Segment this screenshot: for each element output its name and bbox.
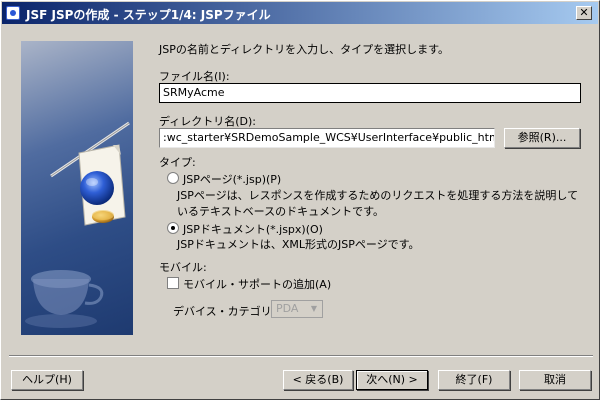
browse-button[interactable]: 参照(R)... <box>504 128 580 148</box>
jsp-page-option-label[interactable]: JSPページ(*.jsp)(P) <box>183 171 281 187</box>
add-mobile-support-checkbox[interactable] <box>167 277 179 289</box>
app-icon <box>6 6 20 20</box>
finish-button[interactable]: 終了(F) <box>438 370 510 390</box>
help-button[interactable]: ヘルプ(H) <box>11 370 83 390</box>
device-category-value: PDA <box>276 302 299 315</box>
wizard-illustration <box>21 41 133 335</box>
instruction-text: JSPの名前とディレクトリを入力し、タイプを選択します。 <box>159 43 449 56</box>
file-name-label: ファイル名(I): <box>159 70 230 83</box>
jsp-document-option-label[interactable]: JSPドキュメント(*.jspx)(O) <box>183 221 323 237</box>
back-button[interactable]: < 戻る(B) <box>283 370 353 390</box>
next-button[interactable]: 次へ(N) > <box>356 370 428 390</box>
mobile-label: モバイル: <box>159 261 207 274</box>
cancel-button[interactable]: 取消 <box>519 370 591 390</box>
dialog-window: JSF JSPの作成 - ステップ1/4: JSPファイル ✕ JSPの名前とデ… <box>0 0 600 400</box>
footer-separator <box>9 355 593 357</box>
window-title: JSF JSPの作成 - ステップ1/4: JSPファイル <box>26 8 271 22</box>
jsp-page-description: JSPページは、レスポンスを作成するためのリクエストを処理する方法を説明している… <box>177 189 579 218</box>
close-button[interactable]: ✕ <box>576 6 592 20</box>
device-category-select: PDA ▼ <box>271 300 323 318</box>
add-mobile-support-label[interactable]: モバイル・サポートの追加(A) <box>183 276 331 292</box>
jsp-document-description: JSPドキュメントは、XML形式のJSPページです。 <box>177 238 420 251</box>
directory-input[interactable]: :wc_starter¥SRDemoSample_WCS¥UserInterfa… <box>159 128 495 148</box>
jsp-page-radio[interactable] <box>167 172 179 184</box>
directory-label: ディレクトリ名(D): <box>159 115 256 128</box>
jsp-document-radio[interactable] <box>167 222 179 234</box>
wizard-illustration-graphic <box>25 121 130 328</box>
type-label: タイプ: <box>159 156 196 169</box>
chevron-down-icon: ▼ <box>310 304 318 313</box>
file-name-input[interactable]: SRMyAcme <box>159 83 581 103</box>
title-bar[interactable]: JSF JSPの作成 - ステップ1/4: JSPファイル ✕ <box>2 2 598 24</box>
